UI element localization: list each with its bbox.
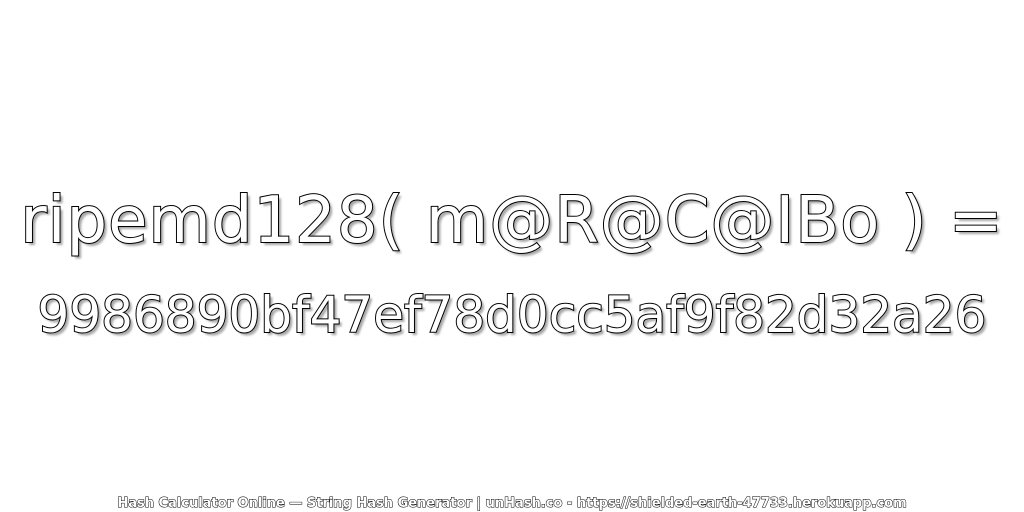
hash-result-text: 9986890bf47ef78d0cc5af9f82d32a26 — [37, 285, 988, 345]
footer-credit-text: Hash Calculator Online — String Hash Gen… — [117, 496, 907, 512]
hash-image-canvas: ripemd128( m@R@C@IBo ) = 9986890bf47ef78… — [0, 0, 1024, 512]
hash-expression-text: ripemd128( m@R@C@IBo ) = — [19, 183, 1004, 259]
